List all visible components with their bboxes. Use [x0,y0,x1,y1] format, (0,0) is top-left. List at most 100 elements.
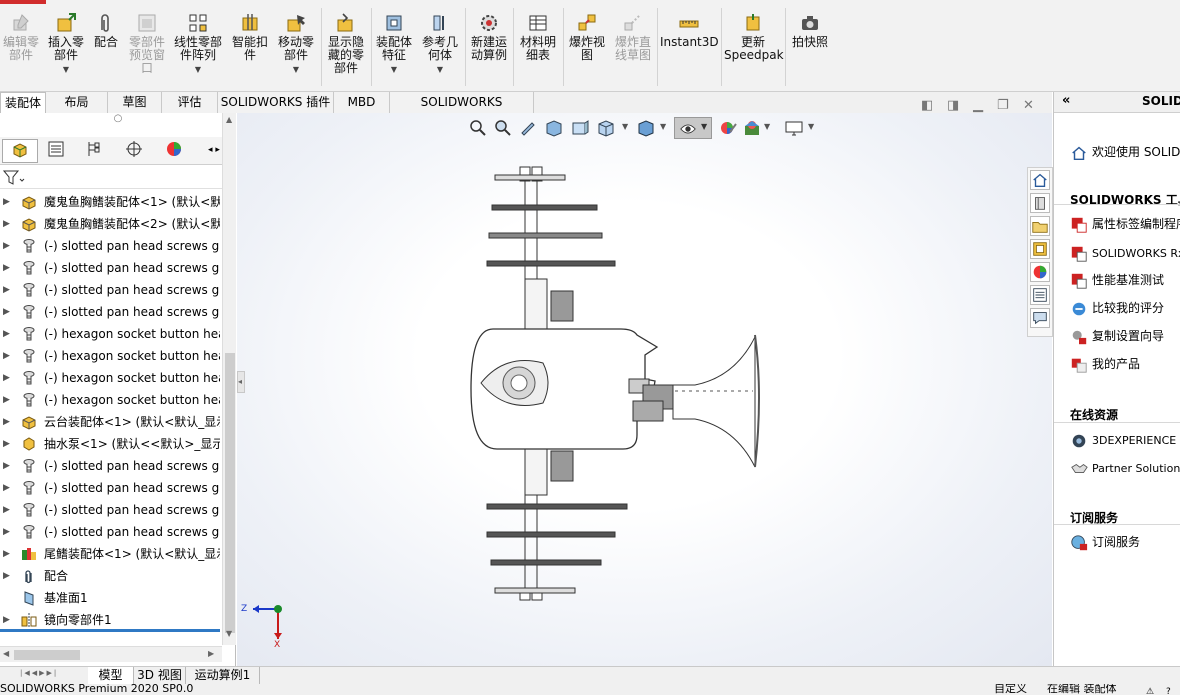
tree-filter[interactable] [0,167,236,189]
previous-view-icon[interactable] [518,118,538,138]
scroll-down-icon[interactable]: ▼ [226,629,232,638]
section-view-icon[interactable] [544,118,564,138]
scroll-up-icon[interactable]: ▲ [226,115,232,124]
feature-tree-tab-icon[interactable] [2,139,38,163]
edit-component-button[interactable]: 编辑零 部件 [2,12,40,62]
mate-button[interactable]: 配合 [90,12,122,49]
robot-fish-model[interactable] [467,163,787,608]
tab-sketch[interactable]: 草图 [108,92,162,113]
apply-scene-icon[interactable] [742,118,762,138]
display-manager-tab-icon[interactable] [156,139,192,163]
tile-right-icon[interactable]: ◨ [947,98,959,113]
tab-motion-study-1[interactable]: 运动算例1 [186,667,260,684]
tab-evaluate[interactable]: 评估 [162,92,218,113]
tree-item[interactable]: ▶ (-) slotted pan head screws gb [0,279,220,301]
collapse-arrows-icon[interactable]: « [1062,93,1070,108]
chevron-down-icon[interactable]: ▼ [622,122,628,131]
tree-item[interactable]: ▶ 配合 [0,565,220,587]
resource-3dexperience[interactable]: 3DEXPERIENCE M [1070,430,1180,450]
insert-components-button[interactable]: 插入零 部件 ▼ [44,12,88,76]
expand-arrow-icon[interactable]: ▶ [3,279,10,301]
restore-icon[interactable]: ❐ [997,98,1009,113]
resource-partner-solutions[interactable]: Partner Solutions [1070,458,1180,478]
scroll-thumb[interactable] [14,650,80,660]
scroll-thumb[interactable] [225,353,235,633]
tool-solidworks-rx[interactable]: SOLIDWORKS Rx [1070,243,1180,263]
tab-solidworks-addins[interactable]: SOLIDWORKS 插件 [218,92,334,113]
show-hidden-components-button[interactable]: 显示隐 藏的零 部件 [324,12,368,75]
tile-left-icon[interactable]: ◧ [921,98,933,113]
expand-arrow-icon[interactable]: ▶ [3,433,10,455]
expand-arrow-icon[interactable]: ▶ [3,235,10,257]
exploded-view-button[interactable]: 爆炸视 图 [566,12,608,62]
smart-fasteners-button[interactable]: 智能扣 件 [228,12,272,62]
tab-solidworks-inspection[interactable]: SOLIDWORKS Inspection [390,92,534,129]
tab-model[interactable]: 模型 [88,667,134,684]
home-icon[interactable] [1030,170,1050,190]
update-speedpak-button[interactable]: 更新 Speedpak [724,12,784,62]
tree-item[interactable]: ▶ (-) slotted pan head screws gb [0,521,220,543]
tool-compare-score[interactable]: 比较我的评分 [1070,298,1164,318]
expand-arrow-icon[interactable]: ▶ [3,345,10,367]
expand-arrow-icon[interactable]: ▶ [3,455,10,477]
tree-item[interactable]: ▶ 尾鳍装配体<1> (默认<默认_显示 [0,543,220,565]
tree-item[interactable]: ▶ (-) slotted pan head screws gb [0,301,220,323]
tree-item[interactable]: ▶ 云台装配体<1> (默认<默认_显示 [0,411,220,433]
file-explorer-icon[interactable] [1030,216,1050,236]
component-preview-button[interactable]: 零部件 预览窗 口 [126,12,168,75]
minimize-icon[interactable]: ▁ [973,98,983,113]
linear-pattern-button[interactable]: 线性零部 件阵列 ▼ [172,12,224,76]
tree-item[interactable]: ▶ (-) slotted pan head screws gb [0,235,220,257]
take-snapshot-button[interactable]: 拍快照 [788,12,832,49]
chevron-down-icon[interactable]: ▼ [374,63,414,76]
expand-arrow-icon[interactable]: ▶ [3,367,10,389]
display-style-icon[interactable] [636,118,656,138]
forum-chat-icon[interactable] [1030,308,1050,328]
chevron-down-icon[interactable]: ▼ [808,122,814,131]
tab-navigation-arrows[interactable]: |◀◀▶▶| [20,669,84,682]
tree-item[interactable]: ▶ (-) slotted pan head screws gb [0,499,220,521]
scroll-right-icon[interactable]: ▶ [208,649,214,658]
move-component-button[interactable]: 移动零 部件 ▼ [274,12,318,76]
view-orientation-icon[interactable] [596,118,616,138]
tool-performance-benchmark[interactable]: 性能基准测试 [1070,270,1164,290]
expand-arrow-icon[interactable]: ▶ [3,191,10,213]
expand-arrow-icon[interactable]: ▶ [3,521,10,543]
appearances-icon[interactable] [1030,262,1050,282]
expand-arrow-icon[interactable]: ▶ [3,543,10,565]
chevron-down-icon[interactable]: ▼ [44,63,88,76]
view-palette-icon[interactable] [1030,239,1050,259]
reference-geometry-button[interactable]: 参考几 何体 ▼ [418,12,462,76]
tree-item[interactable]: ▶ (-) hexagon socket button hea [0,345,220,367]
chevron-down-icon[interactable]: ▼ [274,63,318,76]
tool-copy-settings-wizard[interactable]: 复制设置向导 [1070,326,1164,346]
design-library-icon[interactable] [1030,193,1050,213]
expand-arrow-icon[interactable]: ▶ [3,389,10,411]
property-manager-tab-icon[interactable] [38,139,74,163]
tree-item[interactable]: ▶ 镜向零部件1 [0,609,220,631]
tool-my-products[interactable]: 我的产品 [1070,354,1140,374]
help-icon[interactable]: ? [1166,684,1171,695]
edit-appearance-icon[interactable] [718,118,738,138]
hide-show-items-button[interactable]: ▼ [674,117,712,139]
graphics-viewport[interactable]: ◂ Z X [237,113,1052,666]
expand-arrow-icon[interactable]: ▶ [3,301,10,323]
tree-item[interactable]: ▶ 魔鬼鱼胸鳍装配体<1> (默认<默认 [0,191,220,213]
tree-item[interactable]: ▶ (-) slotted pan head screws gb [0,455,220,477]
status-custom[interactable]: 自定义 [994,684,1027,695]
tree-item[interactable]: ▶ (-) hexagon socket button hea [0,367,220,389]
new-motion-study-button[interactable]: 新建运 动算例 [468,12,510,62]
expand-arrow-icon[interactable]: ▶ [3,257,10,279]
chevron-down-icon[interactable]: ▼ [660,122,666,131]
tool-property-tab-builder[interactable]: 属性标签编制程序 [1070,214,1180,234]
tree-horizontal-scrollbar[interactable]: ◀ ▶ [0,646,222,662]
tab-layout[interactable]: 布局 [46,92,108,113]
instant3d-button[interactable]: Instant3D [660,12,719,49]
dimxpert-tab-icon[interactable] [116,139,152,163]
close-icon[interactable]: ✕ [1023,98,1034,113]
expand-arrow-icon[interactable]: ▶ [3,411,10,433]
tree-item[interactable]: ▶ (-) hexagon socket button hea [0,323,220,345]
scroll-left-icon[interactable]: ◀ [3,649,9,658]
welcome-link[interactable]: 欢迎使用 SOLIDW [1070,142,1180,162]
bill-of-materials-button[interactable]: 材料明 细表 [516,12,560,62]
